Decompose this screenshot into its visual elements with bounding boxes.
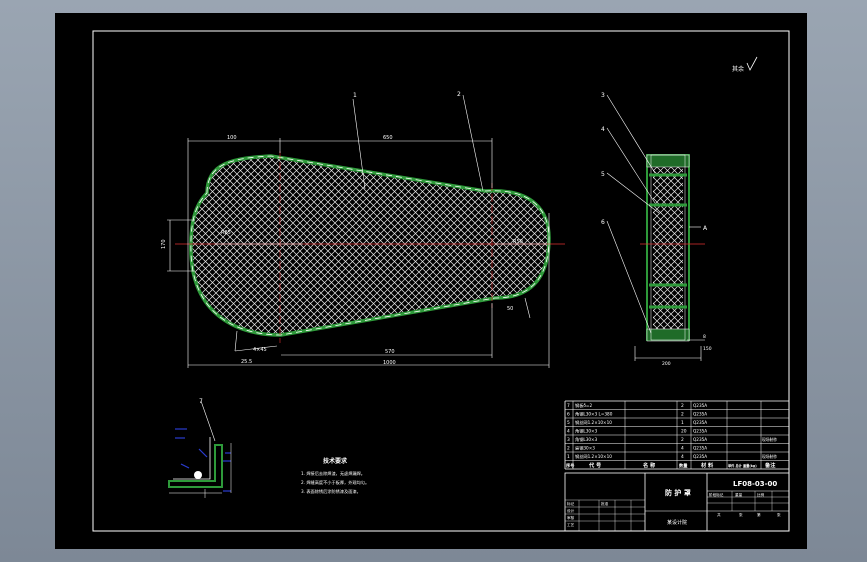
main-view: 100 650 170 R85 R50 50 4×45 25.5 570 100… bbox=[161, 91, 565, 368]
bom-header-no: 序号 bbox=[566, 462, 574, 469]
svg-text:第: 第 bbox=[757, 512, 761, 517]
bom-row-qty: 4 bbox=[681, 446, 684, 452]
bom-row-name: 钢板δ=2 bbox=[575, 402, 592, 409]
tech-req-title: 技术要求 bbox=[323, 457, 348, 465]
tech-req-line: 1. 焊接后去除焊渣，无虚焊漏焊。 bbox=[301, 470, 365, 477]
bom-row-qty: 20 bbox=[681, 429, 687, 435]
svg-text:A: A bbox=[703, 225, 708, 232]
bom-row-note: 现场制作 bbox=[762, 437, 777, 442]
svg-text:共: 共 bbox=[717, 512, 721, 517]
svg-text:150: 150 bbox=[703, 346, 712, 352]
part-name: 防 护 罩 bbox=[665, 488, 691, 497]
svg-text:审核: 审核 bbox=[567, 515, 575, 520]
bom-row-note: 现场制作 bbox=[762, 454, 777, 459]
technical-requirements: 技术要求 1. 焊接后去除焊渣，无虚焊漏焊。 2. 焊缝高度不小于板厚，外观均匀… bbox=[301, 457, 369, 495]
bom-row-name: 角钢L30×3 bbox=[575, 436, 598, 443]
bom-row-name: 钢丝网1.2×10×10 bbox=[575, 419, 612, 426]
svg-text:比例: 比例 bbox=[757, 492, 765, 497]
svg-text:200: 200 bbox=[662, 361, 671, 367]
svg-text:8: 8 bbox=[703, 334, 706, 340]
tech-req-line: 2. 焊缝高度不小于板厚，外观均匀。 bbox=[301, 479, 369, 486]
bom-row-qty: 2 bbox=[681, 437, 684, 443]
bom-header-code: 代 号 bbox=[588, 461, 601, 469]
svg-text:170: 170 bbox=[161, 239, 167, 249]
svg-text:6: 6 bbox=[601, 219, 605, 226]
bom-row-qty: 2 bbox=[681, 403, 684, 409]
bom-header-weight: 单件 总计 重量(kg) bbox=[728, 463, 757, 468]
bom-row-material: Q235A bbox=[693, 420, 707, 425]
bom-header-qty: 数量 bbox=[679, 462, 688, 469]
bom-row-name: 角钢L30×3 bbox=[575, 428, 598, 435]
roughness-symbol: 其余 bbox=[732, 56, 758, 73]
drawing-sheet: 其余 100 650 170 R85 R50 50 4×45 25.5 570 … bbox=[55, 13, 807, 549]
svg-text:25.5: 25.5 bbox=[241, 359, 252, 365]
bom-row-name: 角钢L30×3 L=380 bbox=[575, 411, 613, 418]
bom-row-qty: 1 bbox=[681, 420, 684, 426]
cad-drawing: 其余 100 650 170 R85 R50 50 4×45 25.5 570 … bbox=[92, 30, 790, 532]
bom-header-note: 备注 bbox=[764, 461, 776, 469]
svg-text:其余: 其余 bbox=[732, 65, 744, 73]
bom-row-no: 5 bbox=[567, 420, 570, 426]
bom-row-no: 2 bbox=[567, 446, 570, 452]
svg-text:工艺: 工艺 bbox=[567, 522, 575, 527]
bom-header-name: 名 称 bbox=[643, 461, 656, 469]
bom-row-qty: 2 bbox=[681, 412, 684, 418]
svg-text:R85: R85 bbox=[221, 230, 231, 236]
svg-text:7: 7 bbox=[199, 398, 203, 405]
svg-text:批准: 批准 bbox=[601, 501, 609, 506]
bom-row-material: Q235A bbox=[693, 454, 707, 459]
bom-row-material: Q235A bbox=[693, 412, 707, 417]
bom-row-no: 1 bbox=[567, 454, 570, 460]
bom-row-material: Q235A bbox=[693, 429, 707, 434]
svg-text:4: 4 bbox=[601, 126, 605, 133]
side-view: A 3 4 5 6 8 150 200 bbox=[601, 92, 712, 367]
svg-text:570: 570 bbox=[385, 349, 395, 355]
tech-req-line: 3. 表面除锈后涂防锈漆及面漆。 bbox=[301, 488, 361, 495]
svg-text:650: 650 bbox=[383, 135, 393, 141]
bom-row-no: 7 bbox=[567, 403, 570, 409]
svg-text:R50: R50 bbox=[513, 239, 523, 245]
svg-text:4×45: 4×45 bbox=[253, 347, 267, 353]
svg-text:张: 张 bbox=[739, 512, 743, 517]
svg-text:标记: 标记 bbox=[567, 501, 575, 506]
svg-text:1000: 1000 bbox=[383, 360, 396, 366]
svg-text:50: 50 bbox=[507, 306, 513, 312]
bom-row-material: Q235A bbox=[693, 446, 707, 451]
bom-row-qty: 4 bbox=[681, 454, 684, 460]
bom-row-material: Q235A bbox=[693, 437, 707, 442]
svg-text:张: 张 bbox=[777, 512, 781, 517]
svg-text:重量: 重量 bbox=[735, 492, 743, 497]
bom-row-no: 4 bbox=[567, 429, 570, 435]
svg-text:阶段标记: 阶段标记 bbox=[709, 492, 724, 497]
svg-text:1: 1 bbox=[353, 92, 357, 99]
detail-view: 7 bbox=[168, 398, 232, 498]
svg-text:5: 5 bbox=[601, 171, 605, 178]
drawing-number: LF08-03-00 bbox=[733, 480, 777, 488]
bom-table: 7 钢板δ=2 2 Q235A 6 角钢L30×3 L=380 2 Q235A 5 钢丝网1.2×… bbox=[564, 400, 790, 470]
bom-row-name: 扁钢30×3 bbox=[575, 445, 595, 452]
bom-row-material: Q235A bbox=[693, 403, 707, 408]
svg-text:2: 2 bbox=[457, 91, 461, 98]
title-block: 防 护 罩 LF08-03-00 某设计院 阶段标记 重量 比例 共 张 第 张… bbox=[564, 472, 790, 532]
svg-text:100: 100 bbox=[227, 135, 237, 141]
svg-text:3: 3 bbox=[601, 92, 605, 99]
bom-row-no: 3 bbox=[567, 437, 570, 443]
bom-row-no: 6 bbox=[567, 412, 570, 418]
svg-text:设计: 设计 bbox=[567, 508, 575, 513]
organization: 某设计院 bbox=[667, 519, 687, 526]
bom-header-material: 材 料 bbox=[700, 461, 714, 469]
bom-row-name: 钢丝网1.2×10×10 bbox=[575, 453, 612, 460]
